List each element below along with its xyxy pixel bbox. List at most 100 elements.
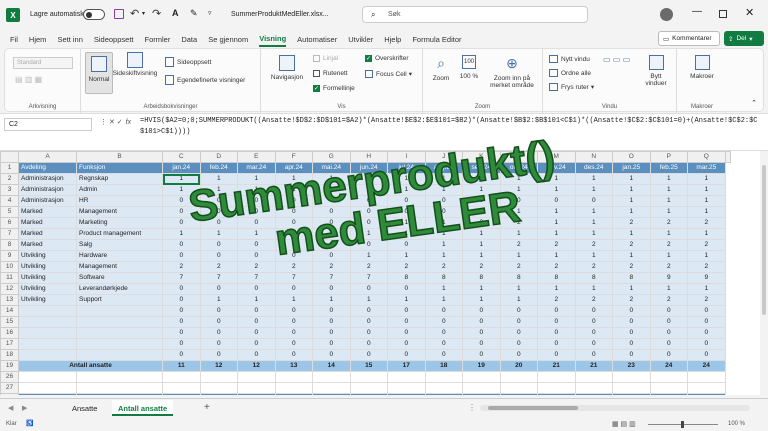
cell-value[interactable]: 1 [537, 217, 576, 229]
cell-funksjon[interactable]: Software [76, 272, 163, 284]
cell-value[interactable]: 2 [387, 261, 426, 273]
cell-avdeling[interactable]: Utvikling [18, 294, 77, 306]
minimize-icon[interactable]: — [692, 6, 702, 17]
row-header[interactable]: 14 [0, 305, 19, 317]
cell-empty[interactable] [687, 382, 726, 394]
cell-avdeling[interactable]: Administrasjon [18, 184, 77, 196]
avatar[interactable] [660, 8, 673, 21]
cell-value[interactable]: 2 [162, 261, 201, 273]
cell-value[interactable]: 0 [574, 327, 613, 339]
cell-value[interactable]: 0 [274, 195, 313, 207]
cell-value[interactable]: 1 [424, 294, 463, 306]
cell-avdeling[interactable]: Utvikling [18, 261, 77, 273]
cell-value[interactable]: 1 [312, 228, 351, 240]
row-header[interactable]: 12 [0, 283, 19, 295]
cell-value[interactable]: 2 [687, 261, 726, 273]
cell-value[interactable]: 0 [687, 305, 726, 317]
cell-value[interactable]: 0 [424, 195, 463, 207]
cell-value[interactable]: 0 [424, 338, 463, 350]
cell-value[interactable]: 1 [537, 283, 576, 295]
cell-value[interactable]: 2 [462, 261, 501, 273]
cell-month-header[interactable]: des.24 [574, 162, 613, 174]
column-header[interactable]: K [462, 151, 501, 163]
cell-funksjon[interactable]: HR [76, 195, 163, 207]
cell-value[interactable]: 0 [237, 217, 276, 229]
row-header[interactable]: 7 [0, 228, 19, 240]
column-header[interactable]: E [237, 151, 276, 163]
cell-value[interactable]: 8 [499, 272, 538, 284]
cell-month-header[interactable]: okt.24 [499, 162, 538, 174]
cell-value[interactable]: 0 [387, 283, 426, 295]
accessibility-icon[interactable]: ♿ [26, 420, 33, 427]
cell-month-header[interactable]: mar.24 [237, 162, 276, 174]
cell-value[interactable]: 8 [574, 272, 613, 284]
column-header[interactable]: A [18, 151, 77, 163]
cell-value[interactable]: 1 [424, 184, 463, 196]
cell-value[interactable]: 0 [237, 349, 276, 361]
cell-value[interactable]: 0 [612, 349, 651, 361]
cell-empty[interactable] [18, 371, 77, 383]
cell-month-header[interactable]: feb.24 [199, 162, 238, 174]
cell-empty[interactable] [387, 382, 426, 394]
cell-avdeling[interactable]: Utvikling [18, 283, 77, 295]
select-all-corner[interactable] [0, 151, 19, 163]
scrollbar-horizontal[interactable] [480, 405, 750, 411]
total-value[interactable]: 20 [499, 360, 538, 372]
cell-funksjon[interactable]: Regnskap [76, 173, 163, 185]
cell-value[interactable]: 1 [387, 250, 426, 262]
cell-value[interactable]: 1 [462, 250, 501, 262]
cell-value[interactable]: 1 [612, 173, 651, 185]
tab-formler[interactable]: Formler [145, 33, 171, 46]
row-header[interactable]: 8 [0, 239, 19, 251]
cell-value[interactable]: 2 [574, 239, 613, 251]
cell-value[interactable]: 1 [649, 173, 688, 185]
cell-value[interactable]: 1 [387, 173, 426, 185]
navigation-button[interactable]: Navigasjon [267, 55, 307, 81]
cell-value[interactable]: 1 [612, 228, 651, 240]
cell-value[interactable]: 0 [274, 283, 313, 295]
cell-empty[interactable] [574, 382, 613, 394]
cell-value[interactable]: 1 [687, 250, 726, 262]
cell-value[interactable]: 1 [349, 173, 388, 185]
tab-hjem[interactable]: Hjem [29, 33, 47, 46]
cell-empty[interactable] [312, 382, 351, 394]
cell-value[interactable]: 0 [387, 305, 426, 317]
tab-utvikler[interactable]: Utvikler [348, 33, 373, 46]
pagebreak-view-button[interactable]: Sideskiftvisning [113, 52, 157, 77]
cell-empty[interactable] [162, 382, 201, 394]
cell-value[interactable]: 1 [424, 217, 463, 229]
cell-funksjon[interactable] [76, 327, 163, 339]
row-header[interactable]: 1 [0, 162, 19, 174]
cell-value[interactable]: 2 [537, 294, 576, 306]
cell-value[interactable]: 0 [687, 338, 726, 350]
cell-value[interactable]: 1 [649, 228, 688, 240]
cell-empty[interactable] [499, 382, 538, 394]
column-header[interactable]: Q [687, 151, 726, 163]
cell-value[interactable]: 1 [574, 184, 613, 196]
cell-value[interactable]: 1 [424, 173, 463, 185]
cell-funksjon-header[interactable]: Funksjon [76, 162, 163, 174]
cell-empty[interactable] [424, 371, 463, 383]
custom-views-button[interactable]: Egendefinerte visninger [165, 75, 245, 85]
cell-value[interactable]: 1 [237, 228, 276, 240]
cell-value[interactable]: 0 [162, 316, 201, 328]
cell-value[interactable]: 0 [424, 305, 463, 317]
spreadsheet-grid[interactable]: A B C D E F G H I J K L M N O P Q 1 Avdeling Funksjon jan.24… [0, 151, 768, 395]
cell-value[interactable]: 1 [687, 283, 726, 295]
cell-value[interactable]: 0 [387, 338, 426, 350]
cell-avdeling[interactable] [18, 316, 77, 328]
cell-value[interactable]: 0 [649, 349, 688, 361]
cell-value[interactable]: 0 [612, 316, 651, 328]
zoom-button[interactable]: ⌕ Zoom [429, 55, 453, 82]
cell-value[interactable]: 1 [687, 184, 726, 196]
cell-avdeling[interactable] [18, 305, 77, 317]
cell-avdeling[interactable] [18, 327, 77, 339]
cell-value[interactable]: 2 [687, 239, 726, 251]
more-options-icon[interactable]: ⋮ [468, 403, 476, 412]
cell-value[interactable]: 0 [462, 316, 501, 328]
zoom100-button[interactable]: 100 100 % [457, 55, 481, 80]
cell-value[interactable]: 0 [649, 338, 688, 350]
sheet-tab-ansatte[interactable]: Ansatte [72, 404, 97, 413]
cell-value[interactable]: 0 [499, 305, 538, 317]
cell-empty[interactable] [612, 382, 651, 394]
